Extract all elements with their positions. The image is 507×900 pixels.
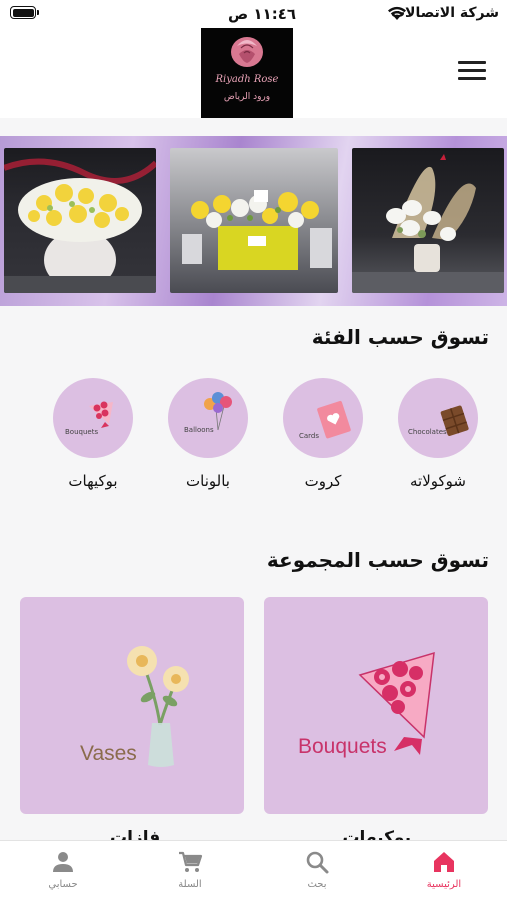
category-circle: Chocolates	[398, 378, 478, 458]
bottom-nav: الرئيسية بحث السلة حسابي	[0, 840, 507, 900]
bouquet-icon	[358, 651, 435, 755]
category-cards[interactable]: Cards كروت	[283, 378, 363, 490]
logo-name: Riyadh Rose	[215, 74, 279, 85]
category-label: كروت	[304, 472, 342, 490]
category-icon-label: Cards	[299, 432, 320, 440]
banner-photo-yellow-bouquet	[4, 148, 156, 293]
category-label: شوكولاته	[410, 472, 466, 490]
menu-button[interactable]	[458, 61, 486, 83]
category-circle: Cards	[283, 378, 363, 458]
nav-account[interactable]: حسابي	[0, 841, 126, 900]
collection-card-text: Bouquets	[298, 735, 387, 758]
balloons-icon	[204, 392, 232, 431]
nav-home[interactable]: الرئيسية	[381, 841, 507, 900]
category-circle: Balloons	[168, 378, 248, 458]
person-icon	[53, 852, 73, 872]
rose-logo-icon	[231, 37, 263, 67]
nav-cart[interactable]: السلة	[127, 841, 253, 900]
cart-icon	[179, 851, 203, 872]
nav-label: بحث	[307, 879, 327, 890]
collection-card-vases[interactable]: Vases	[20, 597, 244, 814]
category-label: بالونات	[186, 472, 230, 490]
category-balloons[interactable]: Balloons بالونات	[168, 378, 248, 490]
carrier-name: شركة الاتصالات	[390, 5, 499, 21]
rose-box-illustration	[182, 190, 332, 270]
category-icon-label: Chocolates	[408, 428, 447, 436]
bouquet-illustration	[4, 158, 156, 293]
category-icon-label: Bouquets	[65, 428, 99, 436]
orchid-vase-illustration	[352, 154, 504, 293]
home-icon	[434, 852, 454, 872]
collection-section-title: تسوق حسب المجموعة	[266, 548, 489, 572]
chocolate-icon	[440, 405, 469, 436]
nav-search[interactable]: بحث	[254, 841, 380, 900]
collection-card-text: Vases	[80, 742, 137, 765]
vase-icon	[127, 646, 189, 767]
app-header: Riyadh Rose ورود الرياض	[0, 28, 507, 118]
banner-photo-orchid-vase	[352, 148, 504, 293]
category-section-title: تسوق حسب الفئة	[311, 325, 489, 349]
card-icon	[317, 400, 351, 439]
menu-icon	[458, 61, 486, 64]
category-label: بوكيهات	[68, 472, 118, 490]
bouquet-icon	[89, 401, 113, 428]
status-bar: ١١:٤٦ ص شركة الاتصالات	[0, 0, 507, 28]
nav-label: السلة	[178, 879, 202, 890]
logo-arabic-name: ورود الرياض	[223, 92, 271, 102]
category-bouquets[interactable]: Bouquets بوكيهات	[53, 378, 133, 490]
search-icon	[306, 851, 329, 874]
brand-logo[interactable]: Riyadh Rose ورود الرياض	[201, 28, 293, 118]
category-icon-label: Balloons	[184, 426, 214, 434]
nav-label: الرئيسية	[426, 879, 462, 890]
battery-icon	[10, 6, 39, 19]
collection-card-bouquets[interactable]: Bouquets	[264, 597, 488, 814]
promo-banner[interactable]	[0, 136, 507, 306]
status-time: ١١:٤٦ ص	[228, 5, 297, 23]
category-circle: Bouquets	[53, 378, 133, 458]
category-chocolates[interactable]: Chocolates شوكولاته	[398, 378, 478, 490]
banner-photo-rose-box	[170, 148, 338, 293]
nav-label: حسابي	[48, 879, 78, 890]
